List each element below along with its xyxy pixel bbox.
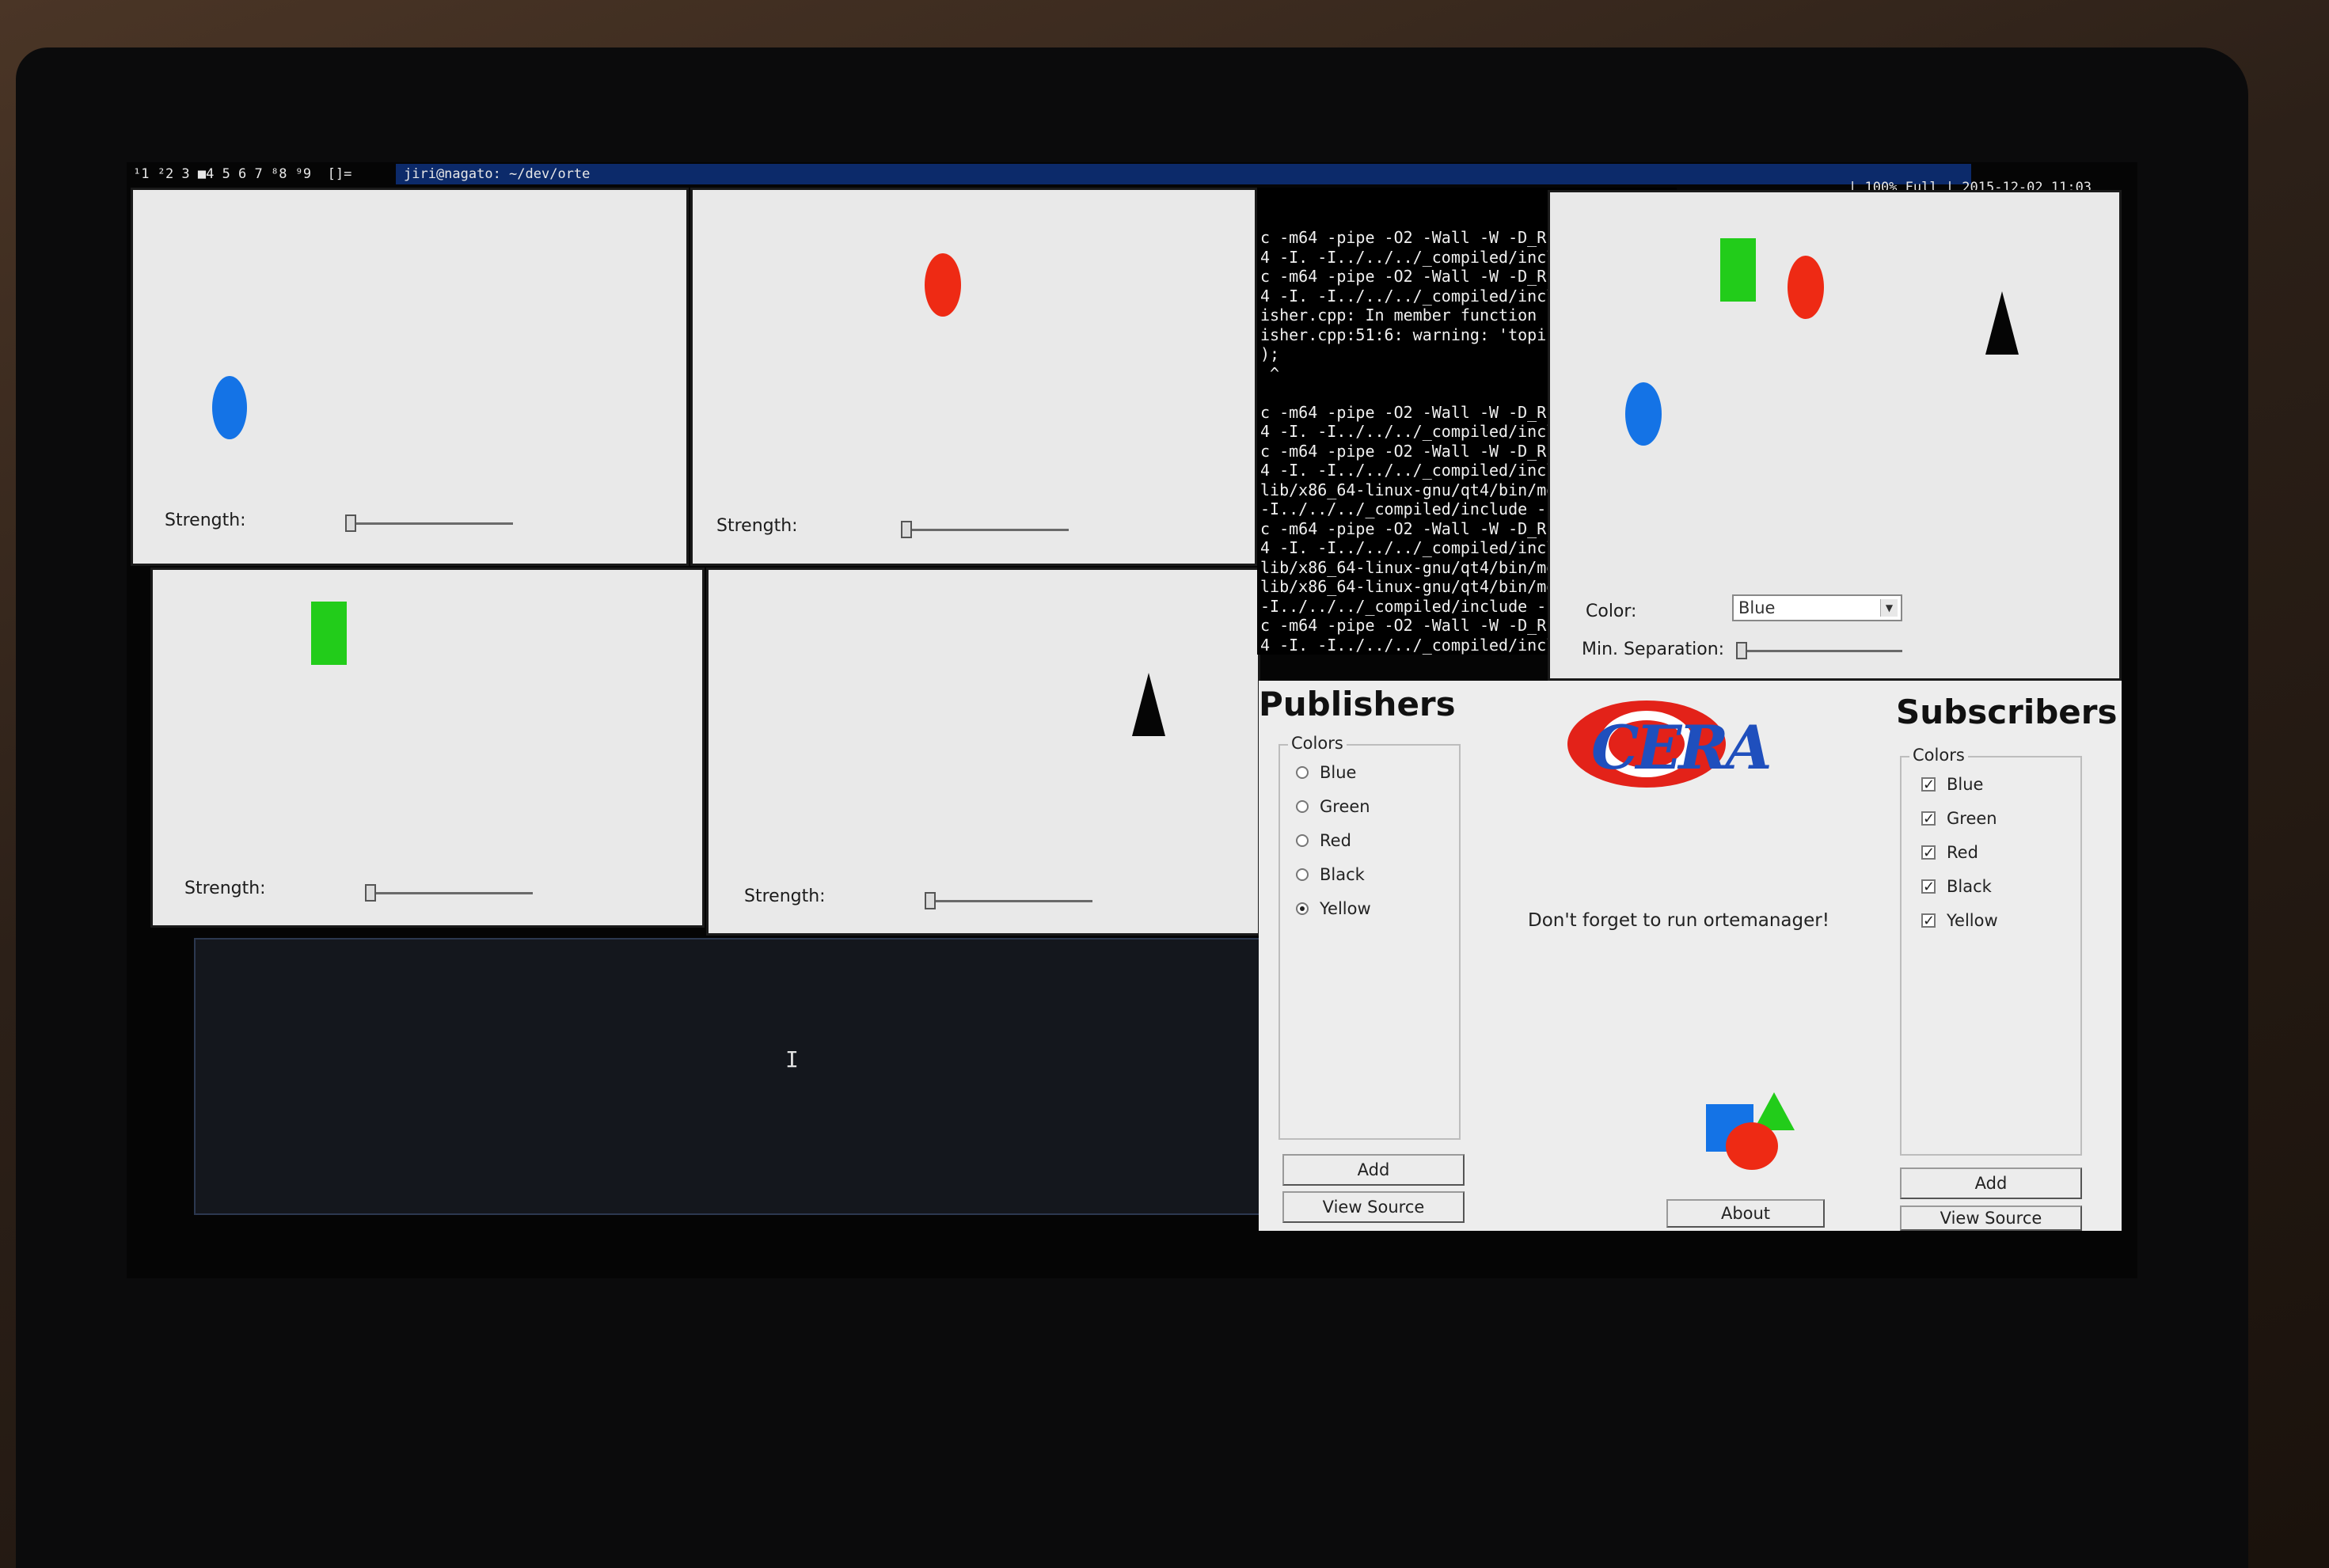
red-ellipse — [925, 253, 961, 317]
option-label: Red — [1320, 831, 1351, 850]
option-label: Black — [1320, 865, 1365, 884]
publishers-add-label: Add — [1357, 1160, 1390, 1179]
option-label: Yellow — [1947, 911, 1998, 930]
color-combobox[interactable]: Blue ▼ — [1732, 594, 1902, 621]
radio-button[interactable] — [1296, 766, 1309, 779]
strength-slider[interactable] — [926, 900, 1092, 902]
screen: ¹1 ²2 3 ■4 5 6 7 ⁸8 ⁹9 []= jiri@nagato: … — [127, 162, 2137, 1278]
checkbox-checked-icon[interactable]: ✓ — [1921, 879, 1936, 894]
checkbox-checked-icon[interactable]: ✓ — [1921, 811, 1936, 826]
strength-slider[interactable] — [347, 522, 513, 525]
subscribers-group-title: Colors — [1909, 746, 1968, 765]
workspace-tags[interactable]: ¹1 ²2 3 ■4 5 6 7 ⁸8 ⁹9 []= — [133, 166, 351, 182]
option-label: Green — [1320, 797, 1370, 816]
publishers-view-source-button[interactable]: View Source — [1282, 1191, 1465, 1223]
about-label: About — [1720, 1204, 1771, 1223]
publishers-colors-group: Colors Blue Green Red Black Yellow — [1278, 734, 1461, 1140]
subscribers-add-button[interactable]: Add — [1900, 1167, 2082, 1199]
strength-slider[interactable] — [902, 529, 1069, 531]
publisher-window-green[interactable]: Strength: — [150, 568, 705, 928]
color-combobox-value: Blue — [1738, 598, 1776, 617]
strength-slider-handle[interactable] — [925, 892, 936, 909]
subscribers-colors-group: Colors ✓ Blue ✓ Green ✓ Red ✓ Black ✓ Yellow — [1900, 746, 2082, 1156]
option-label: Red — [1947, 843, 1978, 862]
publishers-title: Publishers — [1259, 685, 1456, 723]
color-label: Color: — [1586, 602, 1637, 621]
publishers-group-title: Colors — [1288, 734, 1347, 753]
option-label: Black — [1947, 877, 1992, 896]
blue-ellipse — [212, 376, 247, 439]
publisher-window-black[interactable]: Strength: — [706, 568, 1260, 936]
strength-label: Strength: — [184, 879, 266, 898]
top-bar: ¹1 ²2 3 ■4 5 6 7 ⁸8 ⁹9 []= jiri@nagato: … — [127, 162, 2137, 196]
strength-label: Strength: — [165, 511, 246, 530]
strength-label: Strength: — [744, 887, 826, 906]
option-label: Green — [1947, 809, 1997, 828]
subscribers-view-source-button[interactable]: View Source — [1900, 1205, 2082, 1231]
radio-button[interactable] — [1296, 902, 1309, 915]
blue-ellipse — [1625, 382, 1662, 446]
option-label: Blue — [1320, 763, 1357, 782]
radio-button[interactable] — [1296, 868, 1309, 881]
option-label: Yellow — [1320, 899, 1371, 918]
strength-slider[interactable] — [367, 892, 533, 894]
min-separation-slider-handle[interactable] — [1736, 642, 1747, 659]
publisher-window-red[interactable]: Strength: — [690, 188, 1257, 566]
strength-slider-handle[interactable] — [345, 514, 356, 532]
checkbox-checked-icon[interactable]: ✓ — [1921, 845, 1936, 860]
strength-label: Strength: — [716, 516, 798, 536]
focused-window-title-bar[interactable]: jiri@nagato: ~/dev/orte — [396, 164, 1971, 184]
radio-button[interactable] — [1296, 834, 1309, 847]
ortemanager-reminder: Don't forget to run ortemanager! — [1528, 910, 1829, 931]
black-triangle — [1985, 291, 2019, 355]
checkbox-checked-icon[interactable]: ✓ — [1921, 777, 1936, 792]
logo-text: CERA — [1591, 712, 1772, 783]
green-rectangle — [311, 602, 347, 665]
publishers-view-source-label: View Source — [1322, 1198, 1425, 1217]
subscriber-window[interactable]: Color: Blue ▼ Min. Separation: — [1548, 190, 2122, 681]
strength-slider-handle[interactable] — [901, 521, 912, 538]
publishers-add-button[interactable]: Add — [1282, 1154, 1465, 1186]
shapes-logo-icon — [1706, 1092, 1801, 1179]
subscribers-view-source-label: View Source — [1940, 1209, 2042, 1228]
green-rectangle — [1720, 238, 1756, 302]
cera-logo: CERA — [1567, 697, 1781, 792]
min-separation-slider[interactable] — [1736, 650, 1902, 652]
option-label: Blue — [1947, 775, 1984, 794]
window-title: jiri@nagato: ~/dev/orte — [404, 166, 591, 182]
black-triangle — [1132, 673, 1165, 736]
subscribers-add-label: Add — [1974, 1174, 2008, 1193]
chevron-down-icon[interactable]: ▼ — [1880, 599, 1898, 617]
strength-slider-handle[interactable] — [365, 884, 376, 902]
empty-terminal[interactable]: I — [194, 938, 1263, 1215]
text-cursor-icon: I — [785, 1046, 799, 1073]
subscribers-title: Subscribers — [1896, 693, 2118, 731]
about-button[interactable]: About — [1666, 1199, 1825, 1228]
shapes-demo-main-window: Publishers Colors Blue Green Red Black Yello… — [1259, 681, 2122, 1231]
red-ellipse — [1788, 256, 1824, 319]
checkbox-checked-icon[interactable]: ✓ — [1921, 913, 1936, 928]
radio-button[interactable] — [1296, 800, 1309, 813]
publisher-window-blue[interactable]: Strength: — [131, 188, 689, 566]
min-separation-label: Min. Separation: — [1582, 640, 1725, 659]
